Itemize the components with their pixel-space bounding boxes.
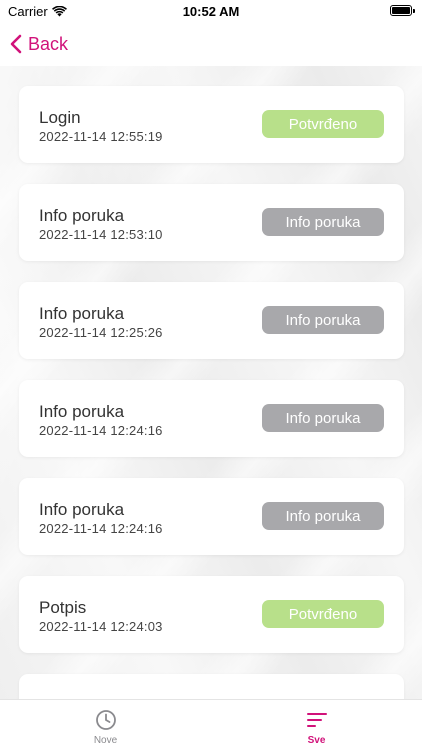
tab-sve[interactable]: Sve <box>211 700 422 750</box>
message-list: Login 2022-11-14 12:55:19 Potvrđeno Info… <box>19 86 404 699</box>
status-badge: Potvrđeno <box>262 110 384 138</box>
list-item[interactable]: Potpis 2022-11-14 12:24:03 Potvrđeno <box>19 576 404 653</box>
back-button[interactable]: Back <box>10 30 68 58</box>
list-item[interactable]: Info poruka 2022-11-14 12:53:10 Info por… <box>19 184 404 261</box>
back-label: Back <box>28 33 69 54</box>
clock-icon <box>95 710 116 730</box>
status-badge: Info poruka <box>262 208 384 236</box>
item-title: Login <box>39 108 81 127</box>
status-badge: Info poruka <box>262 502 384 530</box>
navigation-bar: Back <box>0 22 422 66</box>
list-item[interactable]: Login 2022-11-14 12:55:19 Potvrđeno <box>19 86 404 163</box>
item-title: Info poruka <box>39 206 125 225</box>
list-item[interactable] <box>19 674 404 699</box>
list-item[interactable]: Info poruka 2022-11-14 12:25:26 Info por… <box>19 282 404 359</box>
status-bar: Carrier 10:52 AM <box>0 0 422 22</box>
item-date: 2022-11-14 12:25:26 <box>39 325 163 340</box>
item-title: Info poruka <box>39 402 125 421</box>
status-badge: Info poruka <box>262 306 384 334</box>
tab-nove[interactable]: Nove <box>0 700 211 750</box>
item-title: Info poruka <box>39 304 125 323</box>
message-list-area[interactable]: Login 2022-11-14 12:55:19 Potvrđeno Info… <box>0 66 422 699</box>
sort-lines-icon <box>306 713 327 727</box>
list-item[interactable]: Info poruka 2022-11-14 12:24:16 Info por… <box>19 478 404 555</box>
chevron-left-icon <box>10 34 22 54</box>
status-time: 10:52 AM <box>182 4 240 19</box>
battery-icon <box>390 5 415 16</box>
item-date: 2022-11-14 12:24:16 <box>39 521 163 536</box>
item-date: 2022-11-14 12:24:16 <box>39 423 163 438</box>
item-title: Potpis <box>39 598 87 617</box>
tab-label: Sve <box>307 735 326 746</box>
tab-bar: Nove Sve <box>0 699 422 750</box>
list-item[interactable]: Info poruka 2022-11-14 12:24:16 Info por… <box>19 380 404 457</box>
item-date: 2022-11-14 12:53:10 <box>39 227 163 242</box>
item-title: Info poruka <box>39 500 125 519</box>
item-date: 2022-11-14 12:55:19 <box>39 129 163 144</box>
item-date: 2022-11-14 12:24:03 <box>39 619 163 634</box>
tab-label: Nove <box>93 735 118 746</box>
status-badge: Info poruka <box>262 404 384 432</box>
status-badge: Potvrđeno <box>262 600 384 628</box>
